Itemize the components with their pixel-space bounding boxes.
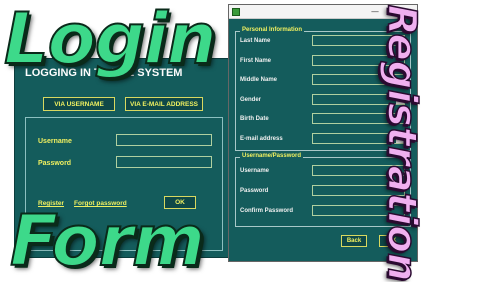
email-label: E-mail address bbox=[240, 136, 283, 142]
username-label: Username bbox=[38, 138, 72, 145]
password-input[interactable] bbox=[116, 156, 212, 168]
via-email-button[interactable]: VIA E-MAIL ADDRESS bbox=[125, 97, 203, 111]
middle-name-label: Middle Name bbox=[240, 77, 278, 83]
reg-username-label: Username bbox=[240, 168, 270, 174]
birth-date-label: Birth Date bbox=[240, 116, 269, 122]
back-button[interactable]: Back bbox=[341, 235, 367, 247]
password-label: Password bbox=[38, 160, 72, 167]
confirm-password-label: Confirm Password bbox=[240, 208, 294, 214]
via-username-button[interactable]: VIA USERNAME bbox=[43, 97, 115, 111]
reg-password-label: Password bbox=[240, 188, 269, 194]
last-name-label: Last Name bbox=[240, 38, 271, 44]
login-banner: Login bbox=[3, 0, 218, 81]
registration-banner: Registration bbox=[378, 4, 426, 282]
username-input[interactable] bbox=[116, 134, 212, 146]
gender-label: Gender bbox=[240, 97, 262, 103]
first-name-label: First Name bbox=[240, 58, 272, 64]
personal-info-title: Personal Information bbox=[240, 27, 305, 33]
account-group-title: Username/Password bbox=[240, 153, 304, 159]
app-icon bbox=[232, 8, 240, 16]
